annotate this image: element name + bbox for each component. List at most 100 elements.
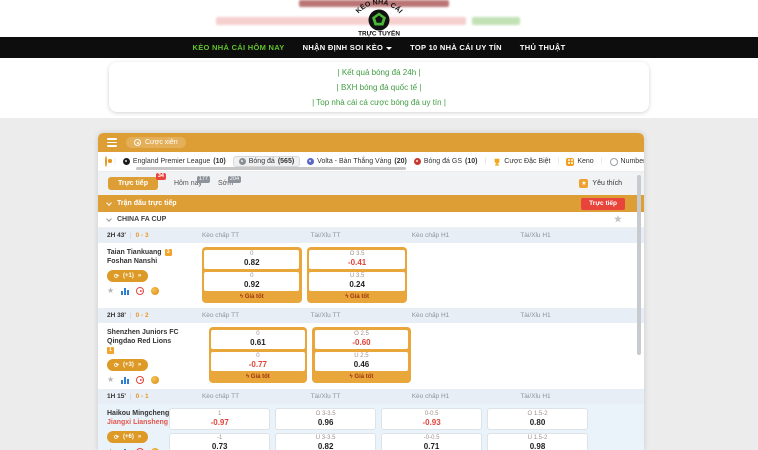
tab-bong-da[interactable]: Bóng đá (565) (233, 156, 300, 167)
nav-item-nhan-dinh[interactable]: NHẬN ĐỊNH SOI KÈO (303, 43, 393, 52)
ball-icon[interactable] (151, 287, 159, 295)
odds-cell[interactable]: O 3.5 -0.41 (309, 250, 404, 270)
odds-value: 0.71 (382, 442, 481, 450)
column-header-hdp-tt: Kèo chấp TT (168, 312, 273, 319)
vertical-scrollbar[interactable] (637, 175, 641, 355)
odds-cell[interactable]: 0-0.5 -0.93 (381, 408, 482, 430)
live-sport-icon[interactable] (105, 156, 107, 167)
odds-cell[interactable]: U 3-3.5 0.82 (275, 433, 376, 450)
odds-line: U 3-3.5 (276, 435, 375, 442)
filter-live[interactable]: Trực tiếp 34 (108, 177, 158, 190)
match-score: 0 - 1 (136, 393, 149, 400)
more-count: (+1) (123, 273, 134, 279)
divider: | (484, 158, 486, 165)
away-team[interactable]: Qingdao Red Lions (107, 338, 179, 345)
odds-line: 0 (211, 331, 305, 338)
nav-item-keo-hom-nay[interactable]: KÈO NHÀ CÁI HÔM NAY (193, 43, 285, 52)
tab-volta[interactable]: Volta - Bàn Thắng Vàng (20) (307, 158, 407, 165)
soccer-ball-icon (414, 158, 421, 165)
nav-item-thu-thuat[interactable]: THỦ THUẬT (520, 43, 566, 52)
page: KÈO NHÀ CÁI TRỰC TUYẾN KÈO NHÀ CÁI HÔM N… (0, 0, 758, 450)
star-icon[interactable]: ★ (107, 287, 114, 295)
odds-value: -0.41 (309, 258, 404, 267)
play-icon[interactable] (136, 287, 144, 295)
good-price-tag[interactable]: ϟ Giá tốt (204, 294, 299, 301)
star-icon[interactable]: ★ (107, 376, 114, 384)
link-top-nha-cai[interactable]: | Top nhà cái cá cược bóng đá uy tín | (312, 96, 446, 109)
tab-england-premier-league[interactable]: England Premier League (10) (123, 158, 226, 165)
tab-cuoc-dac-biet[interactable]: Cược Đặc Biệt (493, 158, 550, 166)
more-bets-button[interactable]: ⟳ (+3) » (107, 359, 148, 371)
tab-keno[interactable]: Keno (566, 158, 593, 166)
good-price-label: Giá tốt (350, 294, 369, 300)
column-header-hdp-tt: Kèo chấp TT (168, 232, 273, 239)
column-header-ou-h1: Tài/Xỉu H1 (483, 393, 588, 400)
odds-cell[interactable]: 0 -0.77 (211, 352, 305, 372)
bolt-icon: ϟ (240, 294, 243, 300)
column-header-ou-tt: Tài/Xỉu TT (273, 393, 378, 400)
link-bxh[interactable]: | BXH bóng đá quốc tế | (337, 81, 422, 94)
odds-cell[interactable]: U 3.5 0.24 (309, 272, 404, 292)
away-team[interactable]: Jiangxi Liansheng (107, 419, 169, 426)
bolt-icon: ϟ (246, 374, 249, 380)
league-name: CHINA FA CUP (117, 216, 166, 223)
ball-icon[interactable] (151, 376, 159, 384)
market-ou-tt: O 3-3.5 0.96 U 3-3.5 0.82 (275, 408, 376, 450)
odds-cell[interactable]: U 2.5 0.46 (315, 352, 409, 372)
good-price-tag[interactable]: ϟ Giá tốt (315, 374, 409, 381)
expand-icon: » (138, 434, 141, 440)
refresh-icon: ⟳ (114, 273, 119, 280)
odds-cell[interactable]: 0 0.92 (204, 272, 299, 292)
live-section-bar[interactable]: Trận đấu trực tiếp Trực tiếp (98, 195, 644, 212)
good-price-tag[interactable]: ϟ Giá tốt (211, 374, 305, 381)
menu-icon[interactable] (107, 138, 117, 147)
nav-item-top10[interactable]: TOP 10 NHÀ CÁI UY TÍN (410, 43, 502, 52)
odds-cell[interactable]: -1 0.73 (169, 433, 270, 450)
odds-cell[interactable]: O 1.5-2 0.80 (487, 408, 588, 430)
odds-cell[interactable]: U 1.5-2 0.98 (487, 433, 588, 450)
match-time: 2H 43' (107, 232, 126, 239)
odds-cell[interactable]: O 2.5 -0.60 (315, 330, 409, 350)
stats-icon[interactable] (121, 288, 129, 295)
good-price-tag[interactable]: ϟ Giá tốt (309, 294, 404, 301)
odds-line: 0-0.5 (382, 411, 481, 418)
away-team[interactable]: Foshan Nanshi (107, 258, 172, 265)
refresh-icon: ⟳ (114, 362, 119, 369)
parlay-button[interactable]: Cược xiên (126, 137, 186, 148)
expand-icon: » (138, 362, 141, 368)
number-game-icon (610, 158, 618, 166)
market-hdp-tt: 0 0.82 0 0.92 ϟ Giá tốt (202, 247, 302, 303)
filter-early[interactable]: Sớm 204 (218, 180, 233, 187)
star-icon[interactable]: ★ (614, 214, 622, 225)
chevron-down-icon (106, 200, 112, 206)
live-button[interactable]: Trực tiếp (581, 198, 625, 210)
odds-cell[interactable]: O 3-3.5 0.96 (275, 408, 376, 430)
odds-cell[interactable]: -0-0.5 0.71 (381, 433, 482, 450)
favorite-button[interactable]: ★ Yêu thích (579, 179, 622, 188)
odds-cell[interactable]: 0 0.82 (204, 250, 299, 270)
soccer-ball-icon (239, 158, 246, 165)
stats-icon[interactable] (121, 377, 129, 384)
home-team[interactable]: Haikou Mingcheng (107, 410, 169, 417)
site-logo[interactable]: KÈO NHÀ CÁI TRỰC TUYẾN (331, 0, 427, 37)
odds-cell[interactable]: 1 -0.97 (169, 408, 270, 430)
more-bets-button[interactable]: ⟳ (+1) » (107, 270, 148, 282)
odds-cell[interactable]: 0 0.61 (211, 330, 305, 350)
link-ket-qua[interactable]: | Kết quả bóng đá 24h | (338, 66, 421, 79)
play-icon[interactable] (136, 376, 144, 384)
filter-today[interactable]: Hôm nay 177 (174, 180, 202, 187)
more-bets-button[interactable]: ⟳ (+6) » (107, 431, 148, 443)
odds-widget: Cược xiên | England Premier League (10) … (98, 133, 644, 450)
odds-line: U 2.5 (315, 353, 409, 360)
tab-number-game[interactable]: Number Game (610, 158, 644, 166)
home-team[interactable]: Shenzhen Juniors FC (107, 329, 179, 336)
chevron-down-icon (386, 47, 392, 50)
favorite-label: Yêu thích (592, 180, 622, 187)
league-row[interactable]: CHINA FA CUP ★ (98, 212, 644, 228)
tab-bong-da-gs[interactable]: Bóng đá GS (10) (414, 158, 478, 165)
market-ou-tt: O 3.5 -0.41 U 3.5 0.24 ϟ Giá tốt (307, 247, 407, 303)
good-price-label: Giá tốt (354, 374, 373, 380)
home-team[interactable]: Taian Tiankuang 3 (107, 249, 172, 256)
horizontal-scrollbar[interactable] (136, 167, 406, 170)
team-name: Qingdao Red Lions (107, 338, 171, 345)
